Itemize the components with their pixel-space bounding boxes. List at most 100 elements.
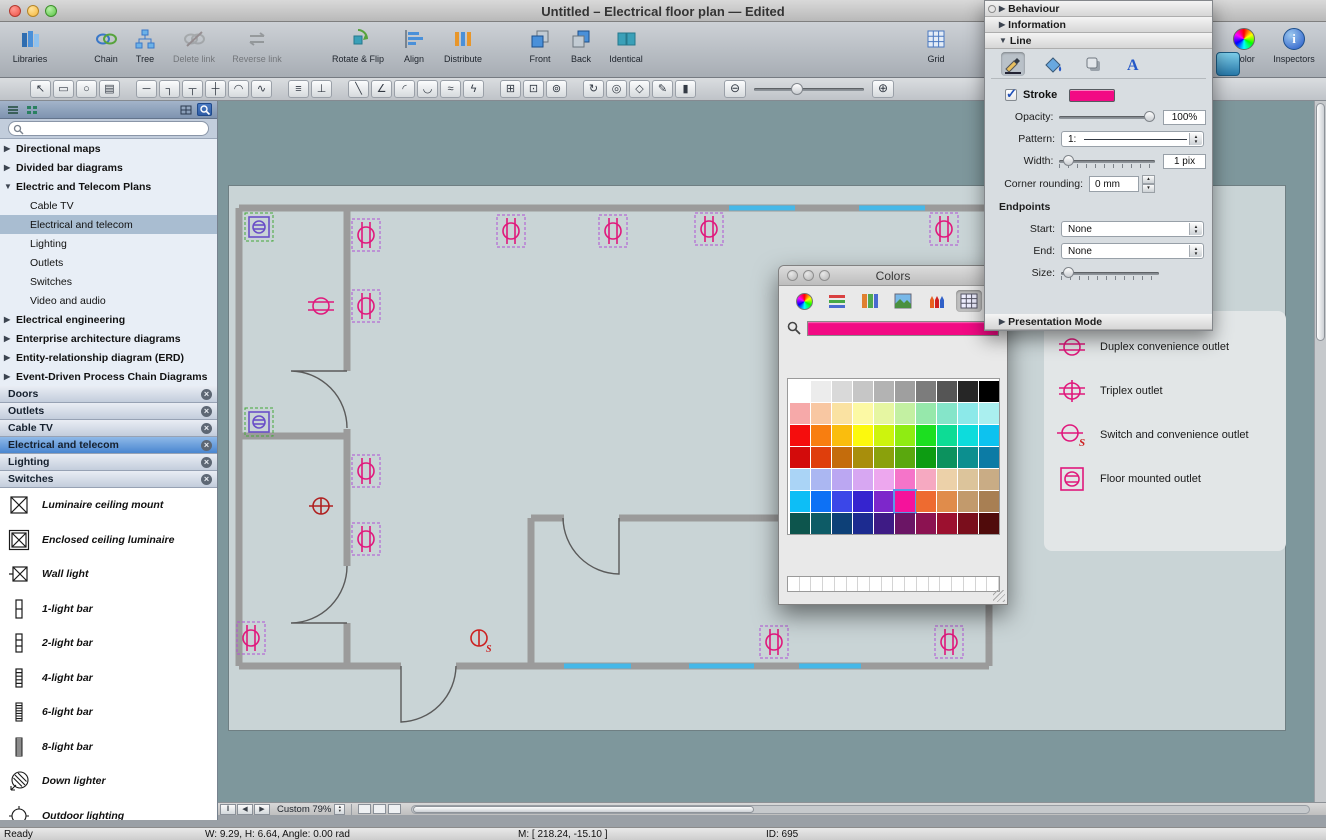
close-library-icon[interactable]: × [201, 406, 212, 417]
shape-6-light-bar[interactable]: 6-light bar [0, 695, 217, 730]
select-tool-button[interactable]: ↖ [30, 80, 51, 98]
color-swatch[interactable] [979, 403, 999, 424]
library-section-electrical-telecom[interactable]: Electrical and telecom× [0, 437, 217, 454]
color-swatch[interactable] [937, 447, 957, 468]
color-swatch[interactable] [853, 469, 873, 490]
stroke-tab[interactable] [1001, 52, 1025, 76]
panel-close-icon[interactable] [988, 5, 996, 13]
color-swatch[interactable] [853, 425, 873, 446]
align-button[interactable]: Align [394, 26, 434, 64]
disclosure-triangle-icon[interactable]: ▶ [4, 315, 16, 324]
next-page-button[interactable]: ▶ [254, 804, 270, 815]
format-brush-tool-button[interactable]: ✎ [652, 80, 673, 98]
vertical-scrollbar-thumb[interactable] [1316, 103, 1325, 341]
shape-4-light-bar[interactable]: 4-light bar [0, 661, 217, 696]
recent-swatch[interactable] [952, 577, 964, 591]
color-swatch[interactable] [895, 513, 915, 534]
color-swatch[interactable] [916, 513, 936, 534]
pan-tool-button[interactable]: ◇ [629, 80, 650, 98]
color-swatch[interactable] [874, 469, 894, 490]
right-angle-connector-tool-button[interactable]: ┐ [159, 80, 180, 98]
recent-swatch[interactable] [940, 577, 952, 591]
color-swatch[interactable] [811, 425, 831, 446]
shape-1-light-bar[interactable]: 1-light bar [0, 592, 217, 627]
zoom-in-button[interactable]: ⊕ [872, 80, 894, 98]
search-field[interactable] [8, 121, 209, 136]
opacity-slider-thumb[interactable] [1144, 111, 1155, 122]
distribute-button[interactable]: Distribute [436, 26, 490, 64]
crossing-connector-tool-button[interactable]: ┼ [205, 80, 226, 98]
color-swatch[interactable] [853, 403, 873, 424]
zoom-tool-button[interactable]: ◎ [606, 80, 627, 98]
color-swatch[interactable] [832, 513, 852, 534]
color-swatch[interactable] [811, 403, 831, 424]
horizontal-scrollbar[interactable] [411, 805, 1310, 814]
opacity-slider[interactable] [1059, 110, 1155, 124]
front-button[interactable]: Front [520, 26, 560, 64]
colors-window-titlebar[interactable]: Colors [779, 266, 1007, 286]
color-swatch[interactable] [958, 425, 978, 446]
corner-rounding-field[interactable]: 0 mm [1089, 176, 1139, 192]
color-swatch[interactable] [916, 403, 936, 424]
shape-luminaire-ceiling-mount[interactable]: Luminaire ceiling mount [0, 488, 217, 523]
zoom-slider-thumb[interactable] [791, 83, 803, 95]
endpoint-size-slider[interactable] [1061, 266, 1159, 280]
close-library-icon[interactable]: × [201, 389, 212, 400]
tree-item-directional-maps[interactable]: ▶Directional maps [0, 139, 217, 158]
recent-swatch[interactable] [788, 577, 800, 591]
color-palettes-mode-icon[interactable] [857, 290, 883, 312]
rotate-flip-button[interactable]: Rotate & Flip [326, 26, 390, 64]
shape-enclosed-ceiling-luminaire[interactable]: Enclosed ceiling luminaire [0, 523, 217, 558]
color-swatch[interactable] [895, 447, 915, 468]
legend-item-switch-outlet[interactable]: S Switch and convenience outlet [1054, 413, 1278, 457]
snap-grid-tool-button[interactable]: ⊞ [500, 80, 521, 98]
color-swatch[interactable] [937, 425, 957, 446]
behaviour-section-header[interactable]: ▶ Behaviour [985, 1, 1212, 17]
zoom-out-button[interactable]: ⊖ [724, 80, 746, 98]
text-block-tool-button[interactable]: ▤ [99, 80, 120, 98]
color-swatch[interactable] [979, 447, 999, 468]
color-swatch[interactable] [958, 513, 978, 534]
tree-item-electrical-engineering[interactable]: ▶Electrical engineering [0, 310, 217, 329]
disclosure-triangle-icon[interactable]: ▶ [4, 144, 16, 153]
list-view-icon[interactable] [24, 103, 39, 116]
partial-toolbar-icon[interactable] [1216, 52, 1240, 76]
bezier-tool-button[interactable]: ◡ [417, 80, 438, 98]
chain-button[interactable]: Chain [84, 26, 128, 64]
color-swatch[interactable] [874, 381, 894, 402]
tree-view-icon[interactable] [5, 103, 20, 116]
curve-connector-tool-button[interactable]: ∿ [251, 80, 272, 98]
color-swatch[interactable] [811, 447, 831, 468]
recent-swatch[interactable] [823, 577, 835, 591]
sidebar-search-icon[interactable] [197, 103, 212, 116]
color-swatch[interactable] [895, 469, 915, 490]
color-swatch[interactable] [958, 469, 978, 490]
snap-guides-tool-button[interactable]: ⊡ [523, 80, 544, 98]
current-color-bar[interactable] [807, 321, 999, 336]
multi-page-view-icon[interactable] [388, 804, 401, 814]
legend-item-duplex[interactable]: Duplex convenience outlet [1054, 325, 1278, 369]
grid-view-icon[interactable] [178, 103, 193, 116]
tree-button[interactable]: Tree [126, 26, 164, 64]
color-swatch[interactable] [916, 381, 936, 402]
tree-item-cable-tv[interactable]: Cable TV [0, 196, 217, 215]
color-swatch[interactable] [832, 403, 852, 424]
grid-button[interactable]: Grid [916, 26, 956, 64]
disclosure-triangle-icon[interactable]: ▶ [999, 4, 1005, 13]
recent-swatch[interactable] [835, 577, 847, 591]
presentation-mode-header[interactable]: ▶ Presentation Mode [985, 314, 1212, 330]
previous-page-button[interactable]: ◀ [237, 804, 253, 815]
color-swatch[interactable] [874, 513, 894, 534]
color-swatch[interactable] [937, 513, 957, 534]
disclosure-triangle-icon[interactable]: ▼ [4, 182, 16, 191]
library-section-lighting[interactable]: Lighting× [0, 454, 217, 471]
color-swatch[interactable] [811, 381, 831, 402]
color-swatch[interactable] [958, 447, 978, 468]
color-swatch[interactable] [979, 425, 999, 446]
color-swatch[interactable] [874, 425, 894, 446]
recent-swatch[interactable] [929, 577, 941, 591]
stroke-checkbox[interactable] [1005, 89, 1017, 101]
disclosure-triangle-icon[interactable]: ▶ [4, 163, 16, 172]
color-swatch[interactable] [895, 381, 915, 402]
color-swatch[interactable] [832, 447, 852, 468]
